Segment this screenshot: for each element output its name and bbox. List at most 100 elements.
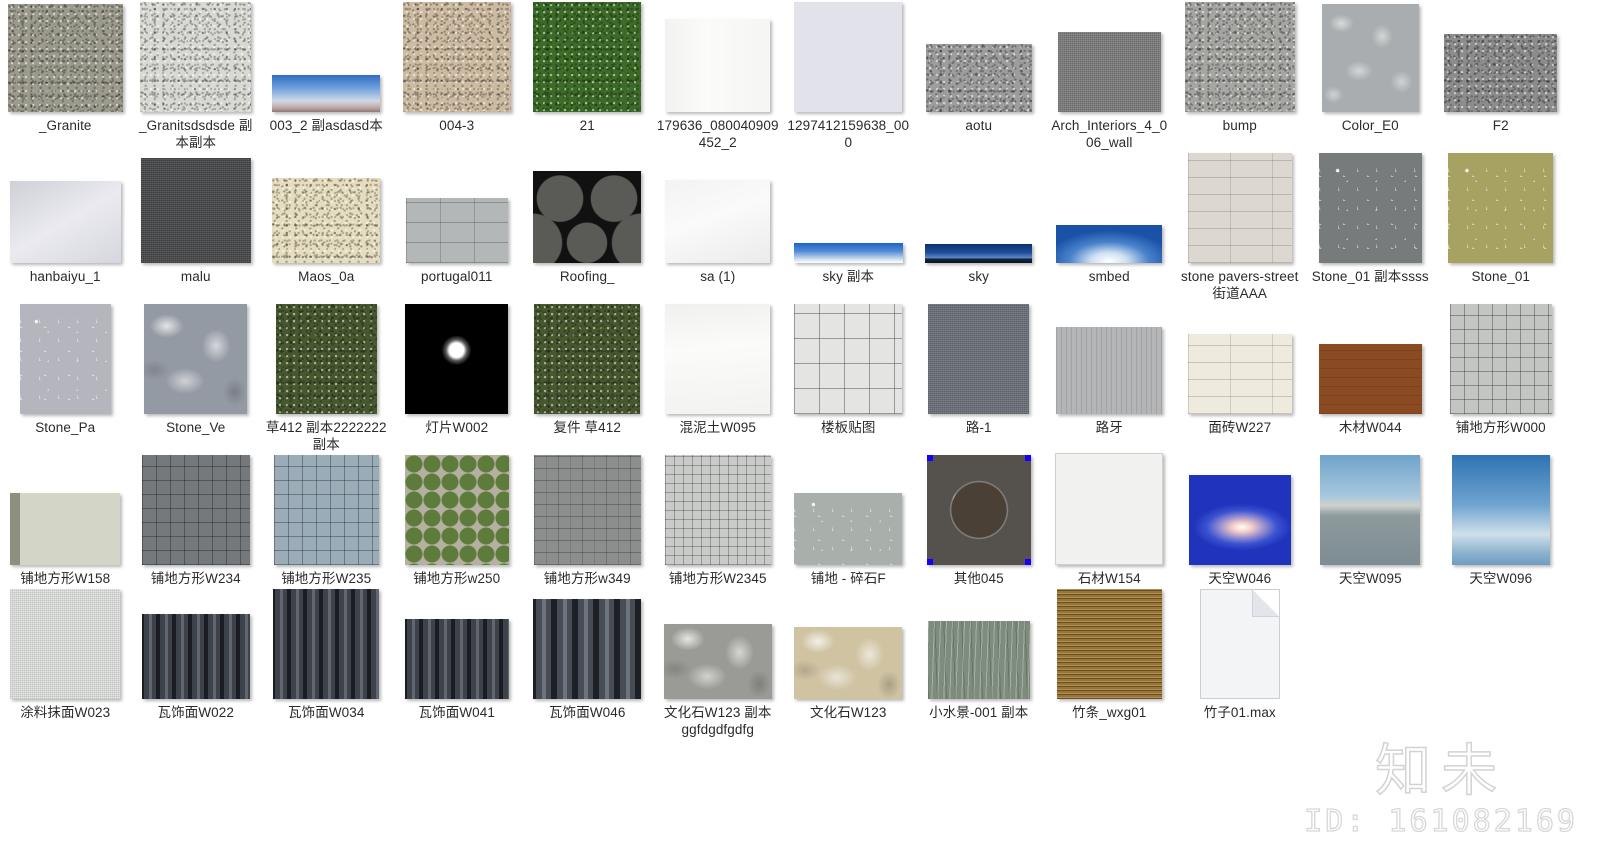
texture-thumbnail[interactable] (665, 304, 771, 414)
file-item[interactable]: 瓦饰面W022 (131, 587, 262, 721)
texture-thumbnail[interactable] (144, 304, 248, 414)
texture-thumbnail[interactable] (140, 2, 252, 112)
texture-thumbnail[interactable] (794, 627, 903, 699)
texture-thumbnail[interactable] (19, 304, 111, 414)
texture-thumbnail[interactable] (925, 44, 1032, 112)
texture-thumbnail[interactable] (272, 178, 381, 263)
file-item[interactable]: 竹条_wxg01 (1044, 587, 1175, 721)
texture-thumbnail[interactable] (141, 614, 250, 699)
texture-thumbnail[interactable] (926, 455, 1031, 565)
texture-thumbnail[interactable] (1057, 32, 1161, 112)
file-item[interactable]: portugal011 (392, 151, 523, 285)
file-icon[interactable] (1199, 589, 1280, 699)
texture-thumbnail[interactable] (404, 619, 509, 699)
texture-thumbnail[interactable] (1448, 153, 1554, 263)
texture-thumbnail[interactable] (1444, 34, 1558, 112)
file-item[interactable]: 铺地 - 碎石F (783, 453, 914, 587)
texture-thumbnail[interactable] (1187, 334, 1292, 414)
texture-thumbnail[interactable] (1320, 455, 1421, 565)
texture-thumbnail[interactable] (927, 621, 1030, 699)
texture-thumbnail[interactable] (925, 244, 1033, 263)
file-item[interactable]: bump (1175, 0, 1306, 134)
texture-thumbnail[interactable] (9, 181, 121, 263)
file-item[interactable]: malu (131, 151, 262, 285)
texture-thumbnail[interactable] (1056, 225, 1163, 263)
file-item[interactable]: F2 (1436, 0, 1567, 134)
file-item[interactable]: 混泥土W095 (653, 302, 784, 436)
file-item[interactable]: Stone_Ve (131, 302, 262, 436)
texture-thumbnail[interactable] (1188, 475, 1291, 565)
file-item[interactable]: 楼板贴图 (783, 302, 914, 436)
file-item[interactable]: 木材W044 (1305, 302, 1436, 436)
texture-thumbnail[interactable] (793, 243, 903, 263)
texture-thumbnail[interactable] (273, 455, 379, 565)
texture-thumbnail[interactable] (665, 19, 771, 112)
texture-thumbnail[interactable] (1451, 455, 1550, 565)
file-item[interactable]: 铺地方形W000 (1436, 302, 1567, 436)
texture-thumbnail[interactable] (1055, 453, 1164, 565)
texture-thumbnail[interactable] (794, 493, 903, 565)
texture-thumbnail[interactable] (10, 589, 121, 699)
texture-thumbnail[interactable] (272, 75, 381, 112)
texture-thumbnail[interactable] (140, 158, 251, 263)
texture-thumbnail[interactable] (663, 624, 772, 699)
file-item[interactable]: 复件 草412 (522, 302, 653, 436)
texture-thumbnail[interactable] (664, 455, 771, 565)
file-item[interactable]: 瓦饰面W034 (261, 587, 392, 721)
file-item[interactable]: 003_2 副asdasd本 (261, 0, 392, 134)
texture-thumbnail[interactable] (1449, 304, 1552, 414)
file-item[interactable]: aotu (914, 0, 1045, 134)
file-item[interactable]: 其他045 (914, 453, 1045, 587)
file-item[interactable]: 21 (522, 0, 653, 134)
file-item[interactable]: Maos_0a (261, 151, 392, 285)
file-item[interactable]: 铺地方形W2345 (653, 453, 784, 587)
file-item[interactable]: Stone_Pa (0, 302, 131, 436)
file-item[interactable]: Roofing_ (522, 151, 653, 285)
texture-thumbnail[interactable] (928, 304, 1030, 414)
texture-thumbnail[interactable] (402, 2, 511, 112)
texture-thumbnail[interactable] (1187, 153, 1292, 263)
file-item[interactable]: 铺地方形w349 (522, 453, 653, 587)
file-item[interactable]: Stone_01 副本ssss (1305, 151, 1436, 285)
texture-thumbnail[interactable] (1184, 2, 1295, 112)
texture-thumbnail[interactable] (141, 455, 250, 565)
file-item[interactable]: 涂料抹面W023 (0, 587, 131, 721)
texture-thumbnail[interactable] (273, 589, 380, 699)
file-item[interactable]: _Granite (0, 0, 131, 134)
texture-thumbnail[interactable] (794, 304, 903, 414)
texture-thumbnail[interactable] (533, 171, 642, 263)
file-item[interactable]: 草412 副本2222222副本 (261, 302, 392, 453)
file-item[interactable]: 铺地方形W158 (0, 453, 131, 587)
file-item[interactable]: smbed (1044, 151, 1175, 285)
file-item[interactable]: stone pavers-street 街道AAA (1175, 151, 1306, 302)
texture-thumbnail[interactable] (404, 455, 509, 565)
texture-thumbnail[interactable] (7, 4, 123, 112)
file-item[interactable]: 1297412159638_000 (783, 0, 914, 151)
texture-thumbnail[interactable] (1321, 4, 1419, 112)
file-item[interactable]: _Granitsdsdsde 副本副本 (131, 0, 262, 151)
texture-thumbnail[interactable] (665, 180, 771, 263)
file-item[interactable]: Arch_Interiors_4_006_wall (1044, 0, 1175, 151)
file-item[interactable]: 竹子01.max (1175, 587, 1306, 721)
texture-thumbnail[interactable] (1056, 327, 1163, 414)
file-item[interactable]: 铺地方形w250 (392, 453, 523, 587)
texture-thumbnail[interactable] (1056, 589, 1162, 699)
file-item[interactable]: 天空W096 (1436, 453, 1567, 587)
texture-thumbnail[interactable] (10, 493, 121, 565)
file-item[interactable]: 灯片W002 (392, 302, 523, 436)
file-item[interactable]: 铺地方形W234 (131, 453, 262, 587)
file-item[interactable]: Color_E0 (1305, 0, 1436, 134)
file-item[interactable]: 瓦饰面W041 (392, 587, 523, 721)
file-item[interactable]: 铺地方形W235 (261, 453, 392, 587)
file-item[interactable]: sky (914, 151, 1045, 285)
texture-thumbnail[interactable] (534, 304, 641, 414)
file-item[interactable]: 面砖W227 (1175, 302, 1306, 436)
file-item[interactable]: 石材W154 (1044, 453, 1175, 587)
file-item[interactable]: 路-1 (914, 302, 1045, 436)
texture-thumbnail[interactable] (405, 304, 509, 414)
file-item[interactable]: 文化石W123 (783, 587, 914, 721)
file-item[interactable]: 路牙 (1044, 302, 1175, 436)
file-item[interactable]: 天空W046 (1175, 453, 1306, 587)
file-item[interactable]: hanbaiyu_1 (0, 151, 131, 285)
texture-thumbnail[interactable] (1318, 153, 1422, 263)
